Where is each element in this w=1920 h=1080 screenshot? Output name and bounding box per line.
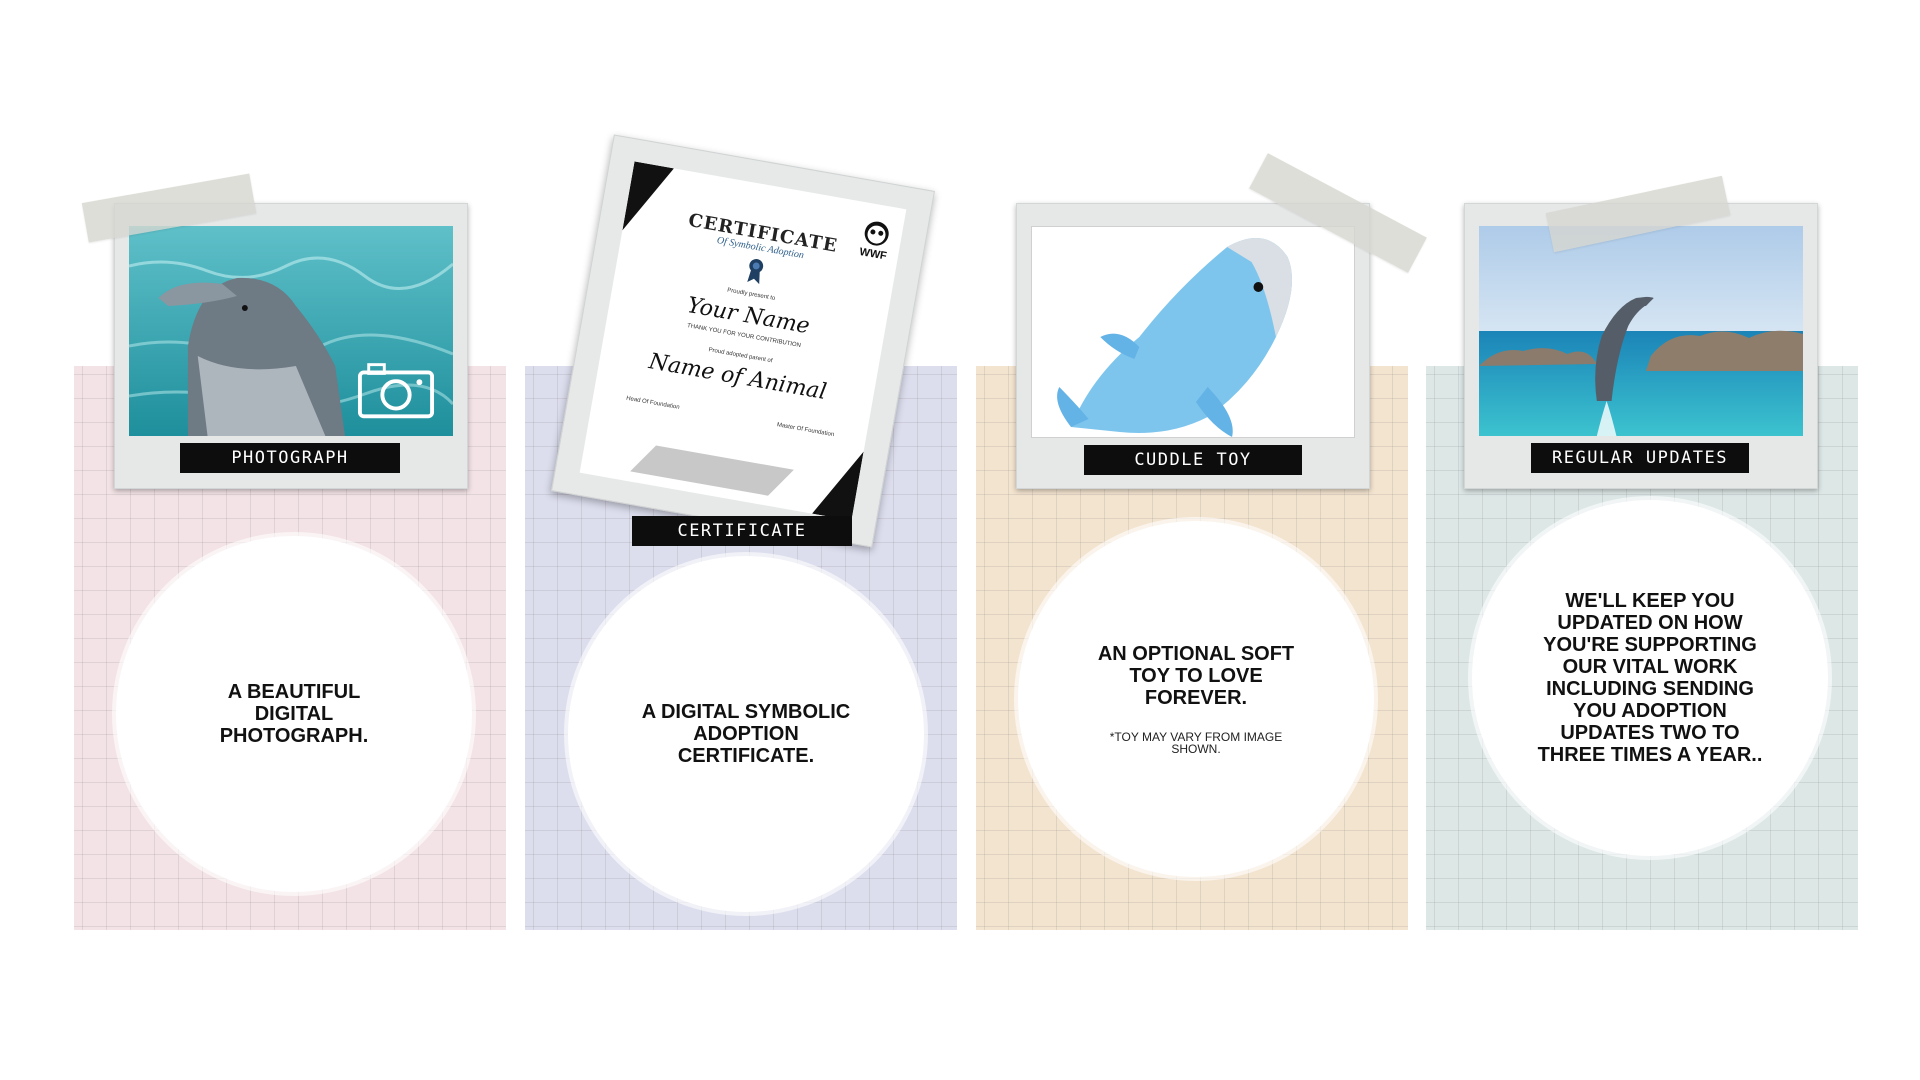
wwf-logo: WWF [857,216,894,263]
circle-text-certificate: A DIGITAL SYMBOLIC ADOPTION CERTIFICATE. [641,701,851,767]
label-certificate: CERTIFICATE [632,516,852,546]
circle-text-photograph: A BEAUTIFUL DIGITAL PHOTOGRAPH. [219,681,369,747]
dolphin-photo [129,226,453,436]
circle-regular-updates: WE'LL KEEP YOU UPDATED ON HOW YOU'RE SUP… [1472,500,1828,856]
circle-photograph: A BEAUTIFUL DIGITAL PHOTOGRAPH. [116,536,472,892]
certificate-paper: CERTIFICATE Of Symbolic Adoption Proudly… [579,161,907,521]
jumping-dolphin-photo [1479,226,1803,436]
circle-text-regular-updates: WE'LL KEEP YOU UPDATED ON HOW YOU'RE SUP… [1537,590,1763,766]
certificate-card: CERTIFICATE Of Symbolic Adoption Proudly… [551,134,935,548]
circle-certificate: A DIGITAL SYMBOLIC ADOPTION CERTIFICATE. [568,556,924,912]
camera-icon [357,363,435,419]
toy-disclaimer: *TOY MAY VARY FROM IMAGE SHOWN. [1109,730,1283,756]
circle-text-cuddle-toy: AN OPTIONAL SOFT TOY TO LOVE FOREVER. [1097,643,1295,709]
certificate-sig1: Head Of Foundation [625,395,680,411]
certificate-sig2: Master Of Foundation [776,422,835,439]
label-photograph: PHOTOGRAPH [180,443,400,473]
toy-photo [1031,226,1355,438]
label-cuddle-toy: CUDDLE TOY [1084,445,1302,475]
circle-cuddle-toy: AN OPTIONAL SOFT TOY TO LOVE FOREVER. *T… [1018,521,1374,877]
label-regular-updates: REGULAR UPDATES [1531,443,1749,473]
ribbon-icon [747,259,764,285]
